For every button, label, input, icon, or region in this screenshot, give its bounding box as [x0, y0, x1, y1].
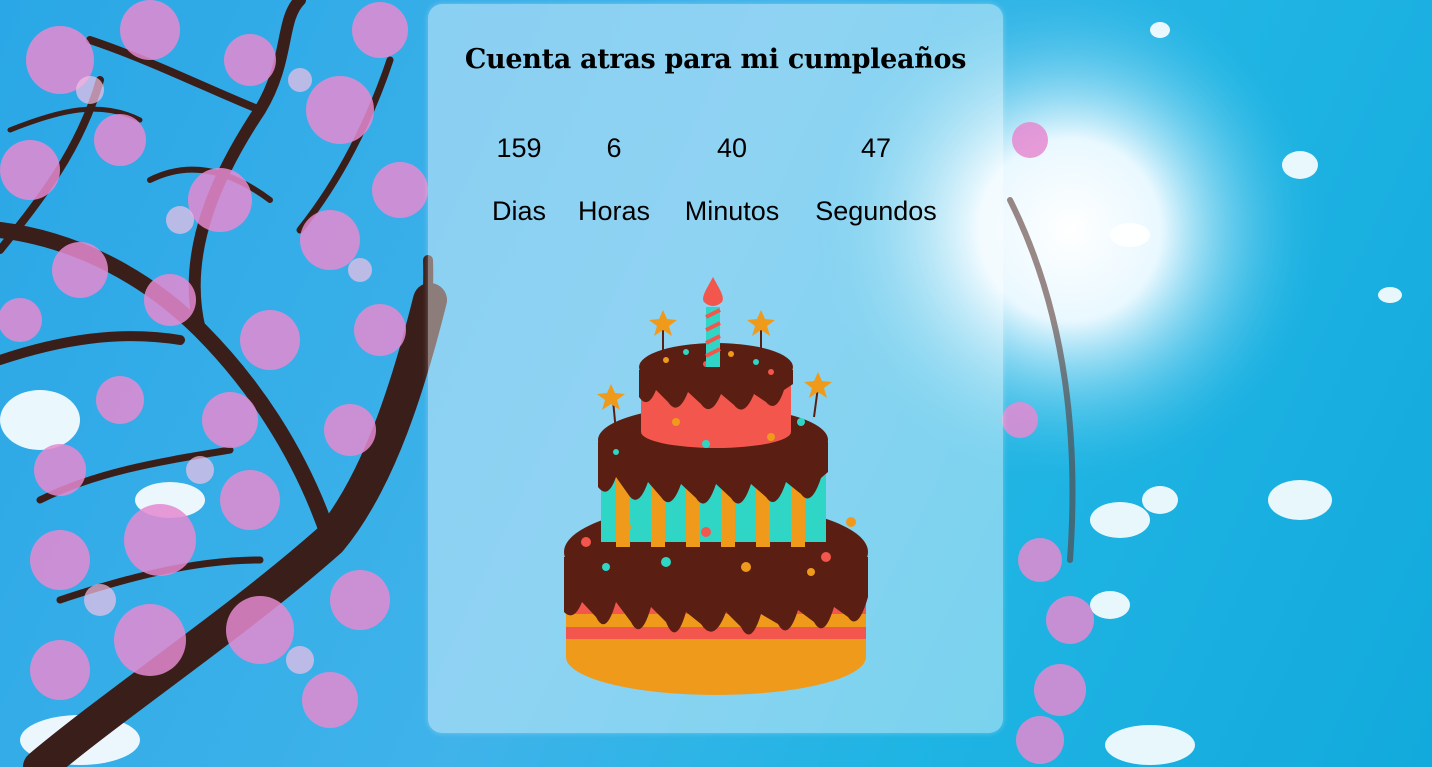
minutes-label: Minutos — [684, 196, 780, 226]
countdown-timer: 159 Dias 6 Horas 40 Minutos 47 Segundos — [428, 128, 1003, 238]
days-value: 159 — [496, 133, 542, 163]
countdown-days: 159 Dias — [488, 128, 550, 231]
hours-label: Horas — [577, 196, 651, 226]
countdown-minutes: 40 Minutos — [678, 128, 786, 231]
seconds-label: Segundos — [815, 196, 937, 226]
countdown-seconds: 47 Segundos — [808, 128, 944, 231]
seconds-value: 47 — [860, 133, 892, 163]
hours-value: 6 — [606, 133, 622, 163]
page-title: Cuenta atras para mi cumpleaños — [464, 44, 967, 75]
minutes-value: 40 — [716, 133, 748, 163]
countdown-hours: 6 Horas — [572, 128, 656, 231]
days-label: Dias — [491, 196, 546, 226]
countdown-card: Cuenta atras para mi cumpleaños 159 Dias… — [428, 4, 1003, 733]
birthday-cake-image — [564, 277, 868, 695]
